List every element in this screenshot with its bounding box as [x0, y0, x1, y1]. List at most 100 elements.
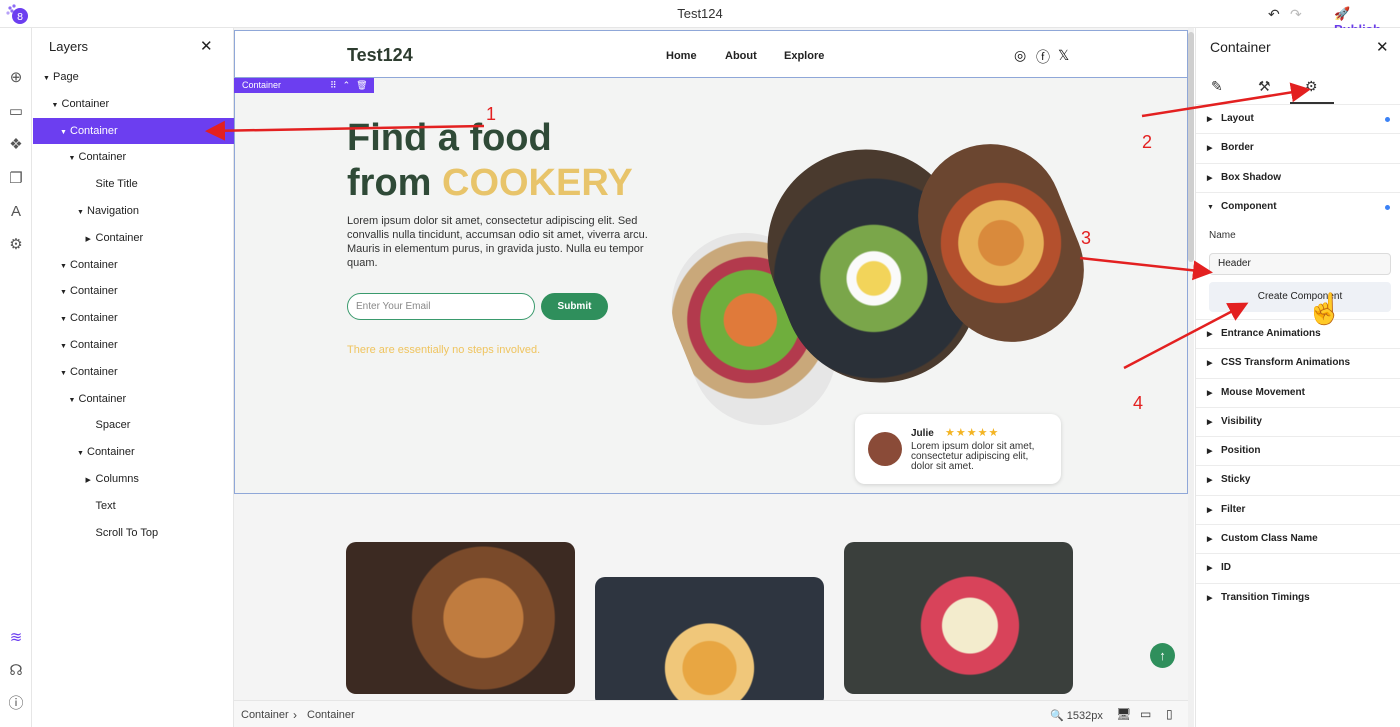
drag-handle-icon[interactable]: ⠿ — [330, 80, 343, 90]
section-sticky[interactable]: ▶ Sticky — [1196, 465, 1400, 494]
email-input[interactable]: Enter Your Email — [347, 293, 535, 320]
layer-item[interactable]: ▶ Columns — [33, 466, 234, 492]
desktop-viewport-icon[interactable]: 🖥 — [1116, 707, 1131, 721]
layer-item[interactable]: ▼ Container — [33, 439, 234, 465]
breadcrumb-item[interactable]: Container — [307, 709, 355, 721]
caret-down-icon[interactable]: ▼ — [60, 280, 70, 306]
typography-icon[interactable]: A — [6, 202, 26, 222]
review-card[interactable]: Julie ★★★★★ Lorem ipsum dolor sit amet, … — [855, 414, 1061, 484]
food-card-grill-image[interactable] — [346, 542, 575, 694]
caret-right-icon: ▶ — [1207, 116, 1213, 123]
section-position[interactable]: ▶ Position — [1196, 436, 1400, 465]
add-icon[interactable]: ⊕ — [6, 68, 26, 88]
layer-item[interactable]: ▶ Container — [33, 225, 234, 251]
undo-icon[interactable]: ↶ — [1268, 6, 1280, 23]
delete-icon[interactable]: 🗑 — [356, 80, 373, 90]
caret-down-icon[interactable]: ▶ — [86, 227, 96, 253]
layer-label: Container — [70, 124, 118, 137]
hero-note[interactable]: There are essentially no steps involved. — [347, 344, 540, 356]
caret-down-icon[interactable]: ▼ — [69, 388, 79, 414]
avatar — [868, 432, 902, 466]
section-filter[interactable]: ▶ Filter — [1196, 494, 1400, 524]
tab-style-pencil-icon[interactable]: ✎ — [1211, 78, 1223, 95]
site-title[interactable]: Test124 — [347, 45, 413, 66]
caret-down-icon[interactable]: ▼ — [60, 307, 70, 333]
site-header[interactable]: Test124 Home About Explore ◎ ⓕ 𝕏 — [234, 30, 1188, 78]
layers-stack-icon[interactable]: ≋ — [6, 628, 26, 648]
modified-indicator-dot — [1385, 204, 1390, 210]
layout-block-icon[interactable]: ▭ — [6, 102, 26, 122]
section-layout[interactable]: ▶ Layout — [1196, 104, 1400, 133]
scroll-to-top-button[interactable]: ↑ — [1150, 643, 1175, 668]
close-icon[interactable]: ✕ — [200, 37, 213, 55]
section-visibility[interactable]: ▶ Visibility — [1196, 406, 1400, 436]
tab-settings-gear-icon[interactable]: ⚙ — [1305, 78, 1318, 95]
section-component[interactable]: ▼ Component — [1196, 191, 1400, 221]
submit-button[interactable]: Submit — [541, 293, 608, 320]
instagram-icon[interactable]: ◎ — [1014, 47, 1026, 64]
pages-icon[interactable]: ❐ — [6, 169, 26, 189]
close-icon[interactable]: ✕ — [1376, 38, 1389, 56]
caret-down-icon[interactable]: ▼ — [43, 66, 53, 92]
hero-paragraph[interactable]: Lorem ipsum dolor sit amet, consectetur … — [347, 214, 667, 270]
tab-advanced-hammer-icon[interactable]: ⚒ — [1258, 78, 1271, 95]
support-headset-icon[interactable]: ☊ — [6, 661, 26, 681]
section-label: Visibility — [1221, 415, 1262, 427]
layer-item[interactable]: ▼ Container — [33, 305, 234, 331]
food-card-pancakes-image[interactable] — [595, 577, 824, 700]
caret-down-icon[interactable]: ▶ — [86, 468, 96, 494]
layer-item[interactable]: Text — [33, 493, 234, 519]
layer-item[interactable]: Site Title — [33, 171, 234, 197]
caret-down-icon[interactable]: ▼ — [60, 334, 70, 360]
section-transition-timings[interactable]: ▶ Transition Timings — [1196, 582, 1400, 612]
facebook-icon[interactable]: ⓕ — [1036, 47, 1050, 67]
section-css-transform-animations[interactable]: ▶ CSS Transform Animations — [1196, 348, 1400, 377]
layer-item[interactable]: ▼ Container — [33, 144, 234, 170]
layer-item[interactable]: ▼ Container — [33, 117, 234, 146]
hero-heading[interactable]: Find a food from COOKERY — [347, 116, 633, 206]
section-entrance-animations[interactable]: ▶ Entrance Animations — [1196, 318, 1400, 348]
layer-item[interactable]: ▼ Container — [33, 359, 234, 385]
section-box-shadow[interactable]: ▶ Box Shadow — [1196, 162, 1400, 192]
nav-about-link[interactable]: About — [725, 50, 757, 62]
layer-item[interactable]: ▼ Container — [33, 252, 234, 278]
hero-section[interactable]: Find a food from COOKERY Lorem ipsum dol… — [234, 78, 1188, 494]
section-custom-class-name[interactable]: ▶ Custom Class Name — [1196, 524, 1400, 553]
mobile-viewport-icon[interactable]: ▯ — [1166, 707, 1173, 721]
caret-down-icon[interactable]: ▼ — [60, 254, 70, 280]
layer-item[interactable]: ▼ Container — [33, 332, 234, 358]
layer-item[interactable]: Scroll To Top — [33, 520, 234, 546]
zoom-readout[interactable]: 🔍 1532px — [1050, 709, 1103, 722]
component-name-label: Name — [1209, 230, 1236, 241]
layer-item[interactable]: ▼ Container — [33, 278, 234, 304]
caret-down-icon[interactable]: ▼ — [52, 93, 62, 119]
settings-gear-icon[interactable]: ⚙ — [6, 235, 26, 255]
section-mouse-movement[interactable]: ▶ Mouse Movement — [1196, 377, 1400, 407]
nav-home-link[interactable]: Home — [666, 50, 697, 62]
tablet-viewport-icon[interactable]: ▭ — [1140, 707, 1151, 721]
x-twitter-icon[interactable]: 𝕏 — [1058, 47, 1069, 64]
caret-down-icon[interactable]: ▼ — [60, 120, 70, 146]
select-parent-icon[interactable]: ⌃ — [343, 80, 357, 90]
canvas-scrollbar-thumb[interactable] — [1188, 32, 1194, 262]
redo-icon[interactable]: ↷ — [1290, 6, 1302, 23]
layer-item[interactable]: ▼ Navigation — [33, 198, 234, 224]
editor-canvas[interactable]: Test124 Home About Explore ◎ ⓕ 𝕏 Find a … — [234, 28, 1188, 700]
caret-down-icon[interactable]: ▼ — [60, 361, 70, 387]
food-card-cake-image[interactable] — [844, 542, 1073, 694]
component-name-input[interactable]: Header — [1209, 253, 1391, 275]
layer-item[interactable]: Spacer — [33, 412, 234, 438]
caret-down-icon[interactable]: ▼ — [77, 200, 87, 226]
layer-item[interactable]: ▼ Container — [33, 91, 234, 117]
create-component-button[interactable]: Create Component — [1209, 282, 1391, 312]
section-border[interactable]: ▶ Border — [1196, 133, 1400, 162]
info-icon[interactable]: ⓘ — [6, 694, 26, 714]
section-id[interactable]: ▶ ID — [1196, 553, 1400, 582]
caret-down-icon[interactable]: ▼ — [69, 146, 79, 172]
components-icon[interactable]: ❖ — [6, 135, 26, 155]
nav-explore-link[interactable]: Explore — [784, 50, 824, 62]
layer-item[interactable]: ▼ Page — [33, 64, 234, 90]
breadcrumb-item[interactable]: Container — [241, 709, 289, 721]
caret-down-icon[interactable]: ▼ — [77, 441, 87, 467]
layer-item[interactable]: ▼ Container — [33, 386, 234, 412]
